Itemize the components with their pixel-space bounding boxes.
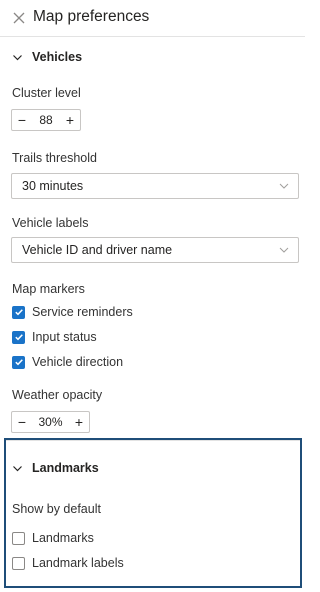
map-markers-label: Map markers — [12, 282, 85, 296]
landmark-labels-checkbox[interactable]: Landmark labels — [12, 556, 124, 570]
page-title: Map preferences — [33, 8, 150, 25]
panel-header: Map preferences — [0, 0, 305, 36]
divider — [6, 440, 300, 441]
chevron-down-icon — [13, 465, 22, 471]
chevron-down-icon — [279, 247, 289, 253]
weather-opacity-value[interactable]: 30% — [32, 415, 69, 429]
checkbox-unchecked[interactable] — [12, 531, 25, 545]
vehicle-labels-dropdown[interactable]: Vehicle ID and driver name — [11, 237, 299, 263]
checkbox-checked[interactable] — [12, 330, 25, 344]
cluster-level-value[interactable]: 88 — [32, 113, 60, 127]
checkmark-icon — [14, 334, 23, 341]
cluster-level-increment-button[interactable]: + — [60, 110, 80, 130]
chevron-down-icon — [279, 183, 289, 189]
cluster-level-label: Cluster level — [12, 86, 81, 100]
show-by-default-label: Show by default — [12, 502, 101, 516]
checkbox-unchecked[interactable] — [12, 556, 25, 570]
trails-threshold-label: Trails threshold — [12, 151, 97, 165]
landmarks-heading: Landmarks — [32, 461, 99, 475]
vehicle-direction-checkbox[interactable]: Vehicle direction — [12, 355, 123, 369]
trails-threshold-value: 30 minutes — [22, 179, 84, 193]
cluster-level-decrement-button[interactable]: − — [12, 110, 32, 130]
checkbox-label: Vehicle direction — [32, 355, 124, 369]
vehicle-labels-value: Vehicle ID and driver name — [22, 243, 173, 257]
checkbox-checked[interactable] — [12, 305, 25, 319]
vehicle-labels-label: Vehicle labels — [12, 216, 89, 230]
checkbox-label: Service reminders — [32, 305, 133, 319]
landmarks-section-toggle[interactable]: Landmarks — [12, 458, 99, 478]
checkbox-label: Landmark labels — [32, 556, 124, 570]
checkbox-checked[interactable] — [12, 355, 25, 369]
trails-threshold-dropdown[interactable]: 30 minutes — [11, 173, 299, 199]
vehicles-heading: Vehicles — [32, 50, 83, 64]
checkbox-label: Input status — [32, 330, 97, 344]
cluster-level-stepper: − 88 + — [11, 109, 81, 131]
divider — [0, 36, 305, 37]
weather-opacity-label: Weather opacity — [12, 388, 103, 402]
close-icon[interactable] — [10, 9, 28, 27]
input-status-checkbox[interactable]: Input status — [12, 330, 97, 344]
vehicles-section-toggle[interactable]: Vehicles — [12, 47, 82, 67]
chevron-down-icon — [13, 54, 22, 60]
weather-opacity-decrement-button[interactable]: − — [12, 412, 32, 432]
service-reminders-checkbox[interactable]: Service reminders — [12, 305, 133, 319]
weather-opacity-stepper: − 30% + — [11, 411, 90, 433]
checkbox-label: Landmarks — [32, 531, 94, 545]
landmarks-checkbox[interactable]: Landmarks — [12, 531, 94, 545]
checkmark-icon — [14, 359, 23, 366]
weather-opacity-increment-button[interactable]: + — [69, 412, 89, 432]
checkmark-icon — [14, 309, 23, 316]
